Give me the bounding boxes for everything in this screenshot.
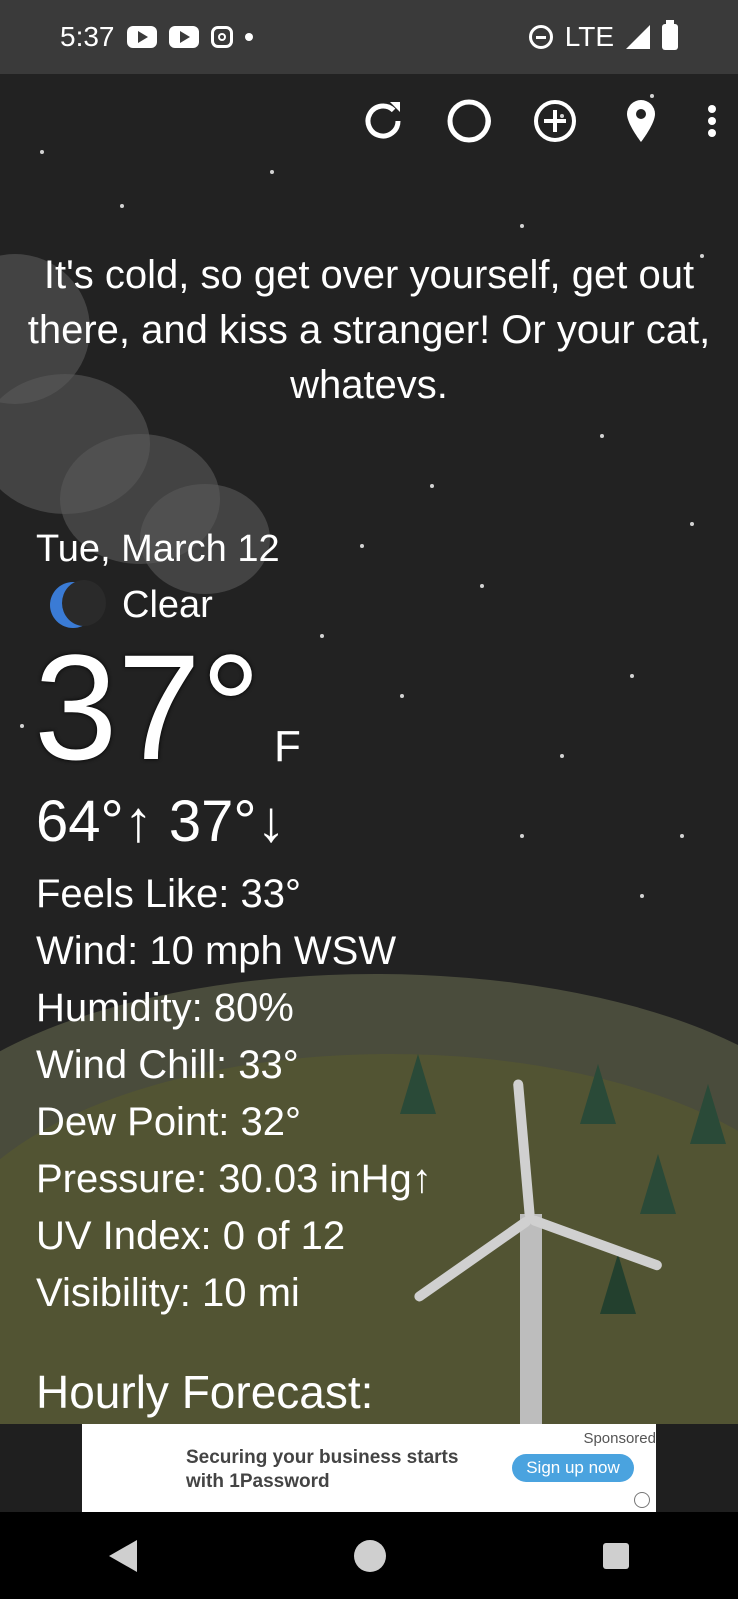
- star: [20, 724, 24, 728]
- status-bar: 5:37 LTE: [0, 0, 738, 74]
- ad-signup-button[interactable]: Sign up now: [512, 1454, 634, 1482]
- youtube-icon: [168, 26, 199, 48]
- ad-text-line2: with 1Password: [186, 1471, 330, 1492]
- notification-dot-icon: [244, 33, 253, 41]
- current-condition: Clear: [50, 580, 213, 628]
- condition-label: Clear: [122, 583, 213, 626]
- add-location-icon[interactable]: [530, 96, 580, 146]
- do-not-disturb-icon: [528, 25, 553, 49]
- navigation-bar: [0, 1512, 738, 1599]
- signal-icon: [626, 25, 650, 49]
- weather-quote: It's cold, so get over yourself, get out…: [27, 253, 711, 407]
- ad-banner[interactable]: Sponsored Securing your business starts …: [82, 1424, 656, 1512]
- humidity: Humidity: 80%: [36, 986, 294, 1030]
- wind-turbine: [520, 1214, 542, 1424]
- star: [630, 674, 634, 678]
- tree: [640, 1154, 676, 1214]
- dew-point: Dew Point: 32°: [36, 1100, 302, 1144]
- star: [480, 584, 484, 588]
- star: [40, 150, 44, 154]
- star: [400, 694, 404, 698]
- ad-sponsored-label: Sponsored: [583, 1430, 656, 1447]
- more-vert-icon[interactable]: [702, 96, 722, 146]
- refresh-icon[interactable]: [358, 96, 408, 146]
- weather-details: Feels Like: 33° Wind: 10 mph WSW Humidit…: [36, 866, 432, 1322]
- top-actions: [358, 96, 722, 146]
- instagram-icon: [210, 26, 233, 48]
- star: [430, 484, 434, 488]
- status-right: LTE: [528, 20, 678, 53]
- star: [690, 522, 694, 526]
- star: [360, 544, 364, 548]
- recents-icon[interactable]: [603, 1542, 630, 1569]
- hourly-forecast-title: Hourly Forecast:: [36, 1366, 374, 1418]
- status-left: 5:37: [60, 21, 253, 53]
- feels-like: Feels Like: 33°: [36, 872, 302, 916]
- back-icon[interactable]: [108, 1539, 137, 1572]
- current-temperature: 37°: [34, 623, 261, 791]
- youtube-icon: [126, 26, 157, 48]
- star: [120, 204, 124, 208]
- battery-icon: [662, 20, 678, 50]
- ad-info-icon[interactable]: [634, 1492, 650, 1508]
- moon-theme-icon[interactable]: [444, 96, 494, 146]
- visibility: Visibility: 10 mi: [36, 1271, 300, 1315]
- high-low-temperature: 64°↑ 37°↓: [36, 789, 286, 854]
- tree: [600, 1254, 636, 1314]
- temperature-unit: F: [274, 722, 301, 771]
- uv-index: UV Index: 0 of 12: [36, 1214, 346, 1258]
- tree: [580, 1064, 616, 1124]
- star: [520, 834, 524, 838]
- location-pin-icon[interactable]: [616, 96, 666, 146]
- ad-text: Securing your business starts with 1Pass…: [186, 1446, 458, 1494]
- star: [270, 170, 274, 174]
- status-time: 5:37: [60, 21, 115, 52]
- star: [320, 634, 324, 638]
- forecast-date: Tue, March 12: [36, 528, 280, 570]
- home-icon[interactable]: [353, 1539, 386, 1572]
- star: [640, 894, 644, 898]
- network-type: LTE: [564, 21, 614, 52]
- star: [520, 224, 524, 228]
- tree: [690, 1084, 726, 1144]
- clear-night-moon-icon: [50, 580, 106, 628]
- star: [560, 754, 564, 758]
- pressure: Pressure: 30.03 inHg↑: [36, 1157, 432, 1201]
- star: [680, 834, 684, 838]
- wind: Wind: 10 mph WSW: [36, 929, 397, 973]
- star: [600, 434, 604, 438]
- wind-chill: Wind Chill: 33°: [36, 1043, 299, 1087]
- ad-text-line1: Securing your business starts: [186, 1447, 459, 1468]
